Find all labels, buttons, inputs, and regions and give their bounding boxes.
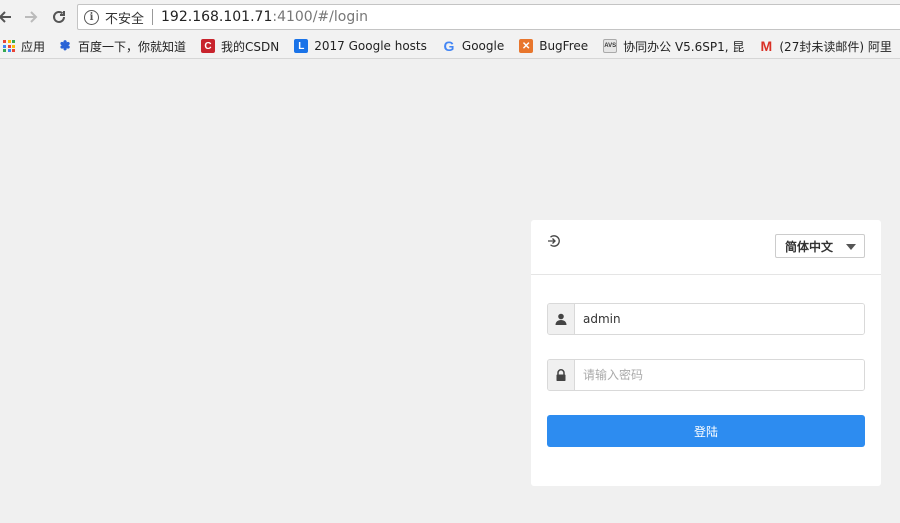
url-path: :4100/#/login bbox=[272, 9, 368, 25]
bookmark-label: 百度一下，你就知道 bbox=[78, 39, 187, 54]
password-addon bbox=[548, 360, 575, 390]
address-bar[interactable]: i 不安全 192.168.101.71:4100/#/login bbox=[77, 4, 900, 30]
language-select[interactable]: 简体中文 bbox=[775, 234, 865, 258]
lock-icon bbox=[556, 369, 566, 381]
bookmark-csdn[interactable]: C 我的CSDN bbox=[198, 34, 283, 58]
forward-arrow-icon bbox=[25, 11, 38, 23]
bookmark-mail[interactable]: M (27封未读邮件) 阿里 bbox=[756, 34, 895, 58]
google-icon: G bbox=[443, 38, 455, 54]
login-card-header: 简体中文 bbox=[531, 220, 881, 275]
bookmark-oa[interactable]: AVS 协同办公 V5.6SP1, 昆 bbox=[600, 34, 748, 58]
forward-button[interactable] bbox=[20, 6, 42, 28]
back-arrow-icon bbox=[0, 11, 11, 23]
bookmark-label: 应用 bbox=[21, 39, 46, 54]
bookmarks-bar: 应用 ✽ 百度一下，你就知道 C 我的CSDN L 2017 Google ho… bbox=[0, 34, 900, 59]
baidu-paw-icon: ✽ bbox=[59, 38, 71, 53]
bookmark-google-hosts[interactable]: L 2017 Google hosts bbox=[291, 34, 431, 58]
login-enter-icon bbox=[548, 235, 560, 247]
login-card: 简体中文 登陆 bbox=[531, 220, 881, 486]
url-host: 192.168.101.71 bbox=[161, 9, 273, 25]
bookmark-baidu[interactable]: ✽ 百度一下，你就知道 bbox=[55, 34, 190, 58]
caret-down-icon bbox=[846, 244, 856, 250]
username-addon bbox=[548, 304, 575, 334]
bookmark-label: (27封未读邮件) 阿里 bbox=[779, 39, 892, 54]
security-label: 不安全 bbox=[105, 11, 145, 27]
bookmark-google[interactable]: G Google bbox=[439, 34, 508, 58]
password-input[interactable] bbox=[575, 360, 864, 390]
username-field bbox=[547, 303, 865, 335]
username-input[interactable] bbox=[575, 304, 864, 334]
csdn-icon: C bbox=[201, 39, 216, 53]
info-icon[interactable]: i bbox=[84, 9, 99, 25]
bookmark-label: 我的CSDN bbox=[221, 39, 280, 54]
back-button[interactable] bbox=[0, 6, 16, 28]
reload-button[interactable] bbox=[48, 6, 70, 28]
bookmark-label: 协同办公 V5.6SP1, 昆 bbox=[623, 39, 745, 54]
bookmark-label: 2017 Google hosts bbox=[314, 39, 427, 53]
hosts-icon: L bbox=[294, 39, 309, 53]
bookmark-label: Google bbox=[461, 39, 505, 53]
reload-icon bbox=[53, 10, 65, 23]
browser-toolbar: i 不安全 192.168.101.71:4100/#/login bbox=[0, 0, 900, 34]
bookmark-bugfree[interactable]: ✕ BugFree bbox=[516, 34, 592, 58]
address-separator bbox=[152, 9, 154, 25]
avs-icon: AVS bbox=[603, 39, 618, 53]
language-selected-value: 简体中文 bbox=[785, 239, 834, 254]
login-button[interactable]: 登陆 bbox=[547, 415, 865, 447]
bookmark-apps[interactable]: 应用 bbox=[0, 34, 49, 58]
bugfree-icon: ✕ bbox=[519, 39, 534, 53]
user-icon bbox=[555, 313, 567, 325]
mail-icon: M bbox=[760, 38, 773, 54]
bookmark-label: BugFree bbox=[539, 39, 589, 53]
password-field bbox=[547, 359, 865, 391]
apps-grid-icon bbox=[3, 40, 15, 52]
